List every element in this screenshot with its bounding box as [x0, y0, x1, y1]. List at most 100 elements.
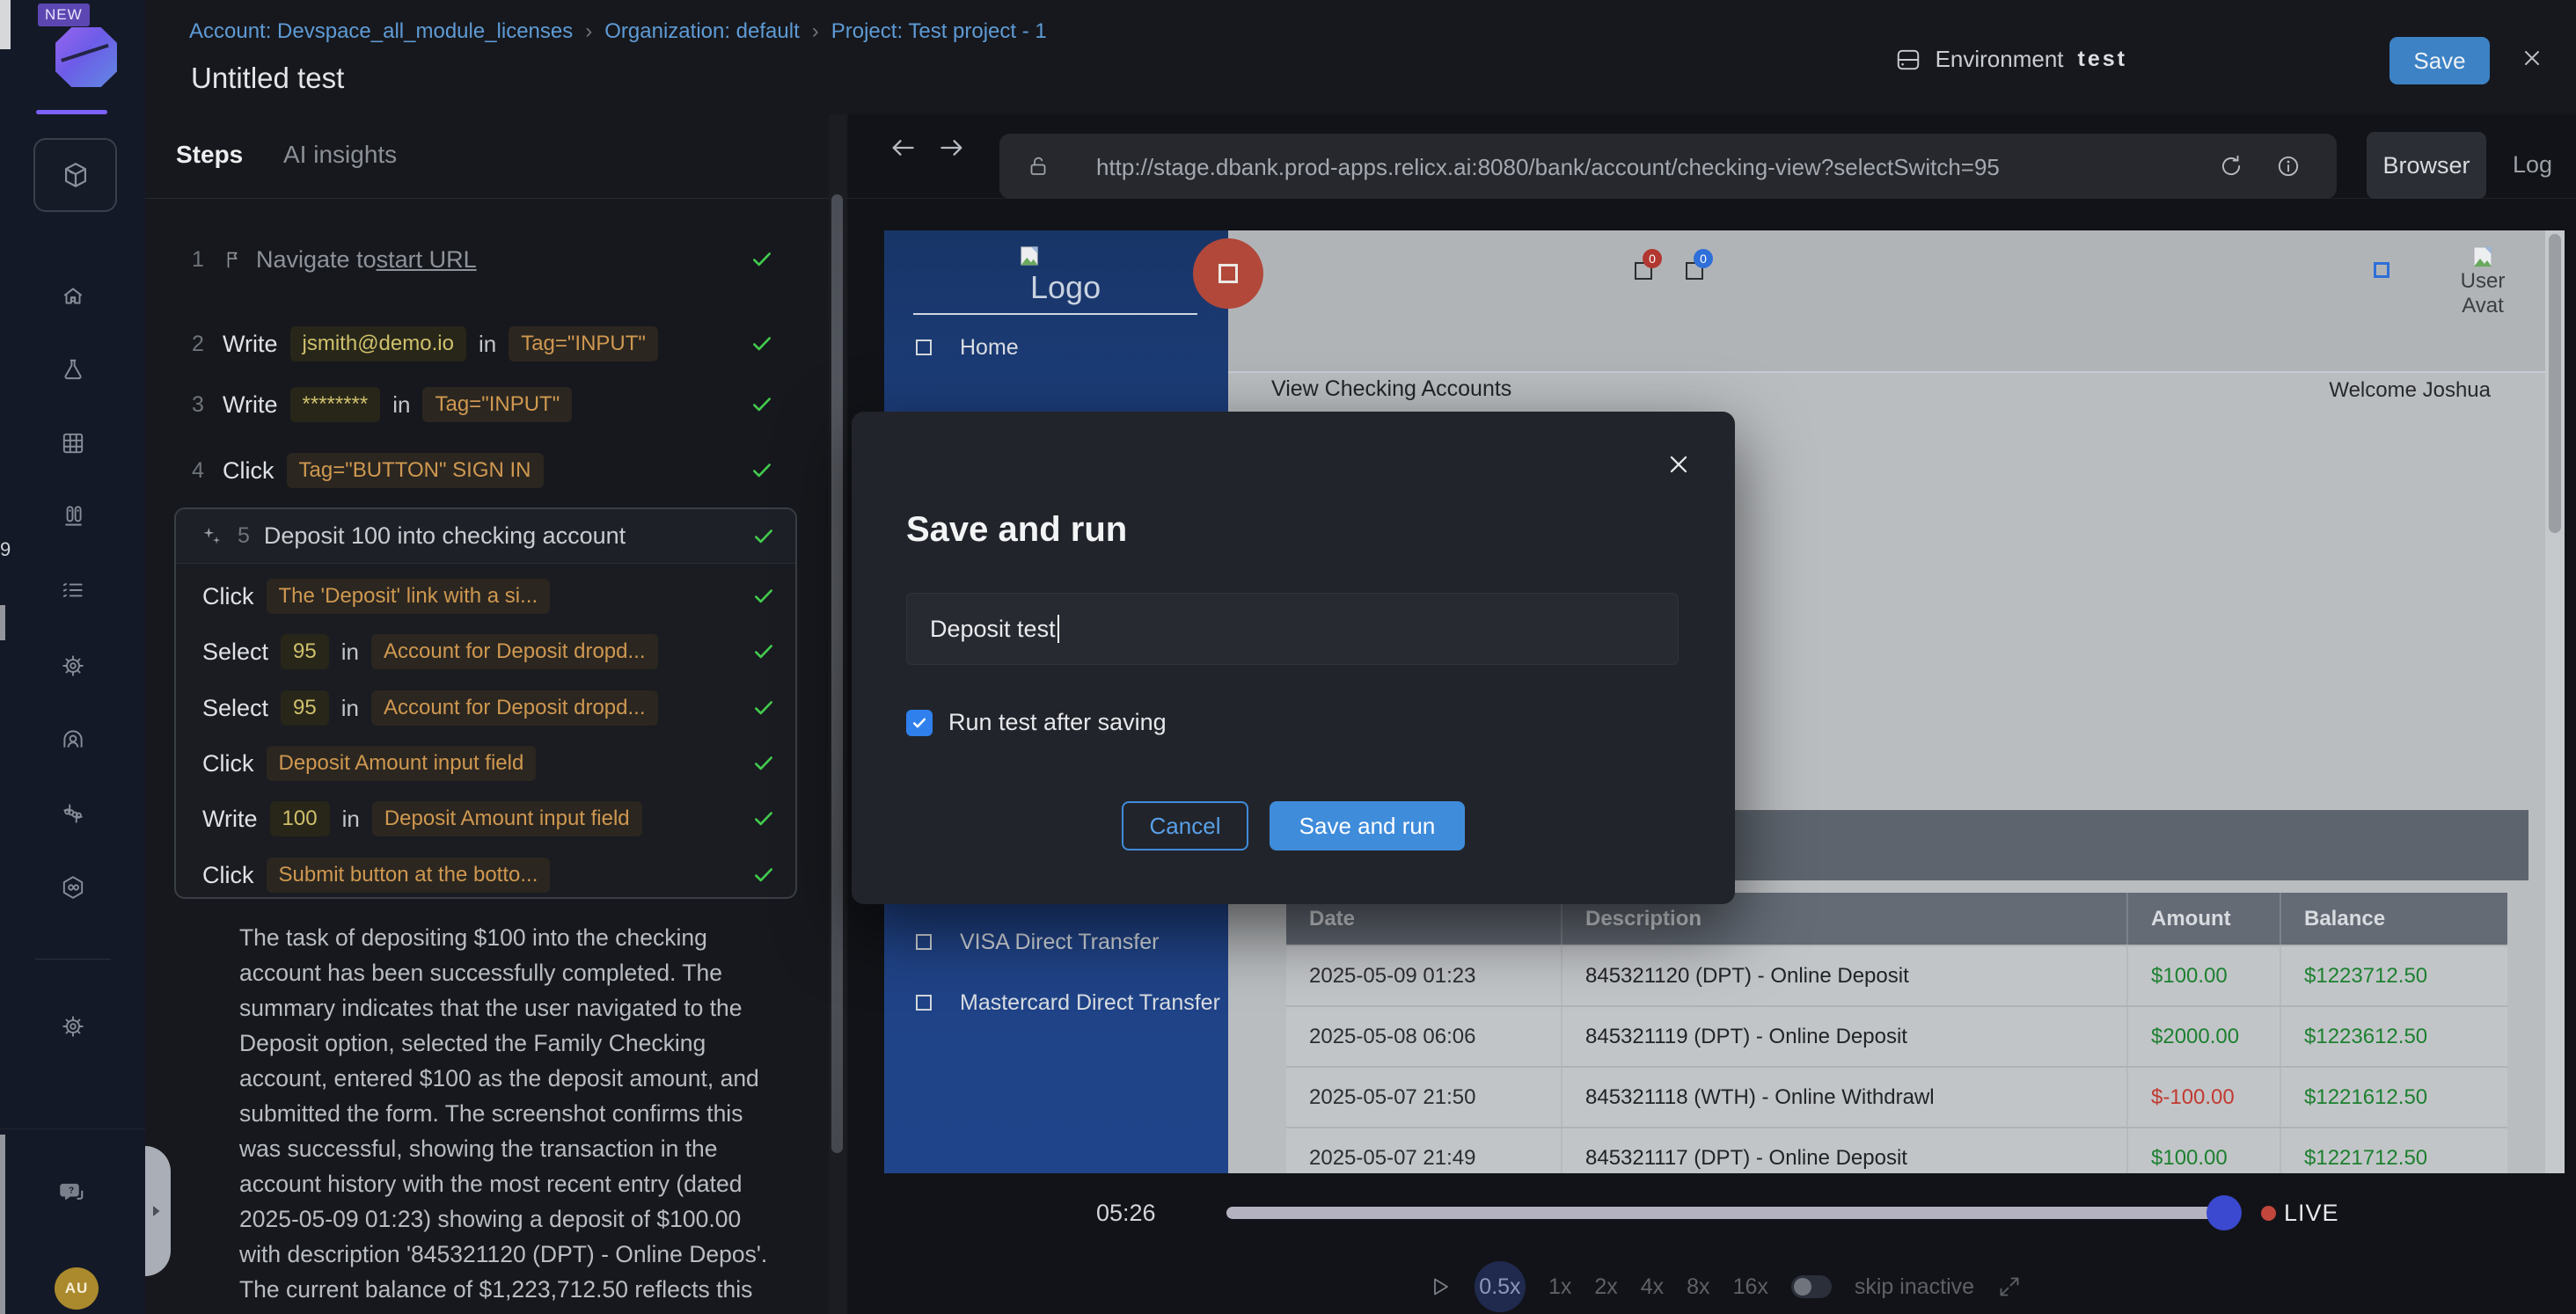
table-row[interactable]: 2025-05-07 21:50845321118 (WTH) - Online…	[1286, 1066, 2507, 1127]
substep-row[interactable]: Select95inAccount for Deposit dropd...	[176, 689, 799, 727]
speed-option-4x[interactable]: 4x	[1641, 1274, 1664, 1300]
bank-nav-home[interactable]: Home	[884, 330, 1228, 365]
table-row[interactable]: 2025-05-09 01:23845321120 (DPT) - Online…	[1286, 945, 2507, 1005]
substep-row[interactable]: Write100inDeposit Amount input field	[176, 799, 799, 838]
sidebar-item-runs[interactable]	[0, 503, 145, 529]
step-segment-value[interactable]: ********	[290, 387, 381, 422]
play-icon[interactable]	[1427, 1274, 1452, 1299]
speed-option-16x[interactable]: 16x	[1733, 1274, 1768, 1300]
sidebar-item-settings-1[interactable]	[0, 653, 145, 679]
scrollbar-thumb[interactable]	[2549, 234, 2561, 533]
header-close-icon[interactable]	[2520, 46, 2544, 70]
breadcrumb-organization[interactable]: Organization: default	[604, 19, 799, 44]
environment-selector[interactable]: Environment test	[1895, 46, 2127, 73]
back-arrow-icon[interactable]	[887, 132, 918, 164]
scrollbar-thumb[interactable]	[831, 194, 843, 1153]
playback-progress-knob[interactable]	[2206, 1195, 2242, 1230]
tab-log[interactable]: Log	[2513, 151, 2552, 179]
speed-option-2x[interactable]: 2x	[1594, 1274, 1617, 1300]
step-row[interactable]: 2Writejsmith@demo.ioinTag="INPUT"	[145, 325, 831, 363]
run-after-saving-row[interactable]: Run test after saving	[906, 709, 1167, 736]
substep-row[interactable]: ClickThe 'Deposit' link with a si...	[176, 577, 799, 616]
refresh-icon[interactable]	[2218, 153, 2244, 179]
playback-progress-track[interactable]	[1226, 1207, 2235, 1219]
step-segment-link[interactable]: start URL	[377, 246, 477, 274]
expand-icon[interactable]	[1997, 1274, 2022, 1299]
step-segment-target[interactable]: Account for Deposit dropd...	[371, 690, 658, 726]
sidebar-item-support[interactable]	[0, 726, 145, 753]
sidebar-item-suites[interactable]	[0, 430, 145, 456]
step-segment-target[interactable]: Tag="INPUT"	[422, 387, 572, 422]
step-segment-value[interactable]: 95	[281, 690, 329, 726]
bank-notification-icon-2[interactable]: 0	[1686, 262, 1703, 280]
bank-page-scrollbar[interactable]	[2545, 230, 2565, 1173]
speed-option-0.5x[interactable]: 0.5x	[1475, 1261, 1526, 1312]
tab-ai-insights[interactable]: AI insights	[283, 141, 397, 169]
save-button[interactable]: Save	[2389, 37, 2490, 84]
sidebar-item-list[interactable]	[0, 577, 145, 603]
step-segment-target[interactable]: Submit button at the botto...	[267, 858, 551, 893]
step-group-header[interactable]: 5 Deposit 100 into checking account	[176, 509, 795, 564]
sidebar-item-integrations[interactable]	[0, 874, 145, 901]
step-segment-value[interactable]: jsmith@demo.io	[290, 326, 466, 361]
bank-user-avatar-broken-image[interactable]: User Avat	[2449, 245, 2516, 318]
sidebar-item-tests-active[interactable]	[33, 138, 117, 212]
sidebar-item-lab[interactable]	[0, 357, 145, 383]
info-icon[interactable]	[2275, 153, 2302, 179]
browser-toolbar: http://stage.dbank.prod-apps.relicx.ai:8…	[848, 114, 2576, 199]
step-segment-target[interactable]: Deposit Amount input field	[267, 746, 537, 781]
steps-scrollbar[interactable]	[829, 114, 846, 1314]
page-title: Untitled test	[191, 62, 344, 95]
substep-row[interactable]: Select95inAccount for Deposit dropd...	[176, 632, 799, 671]
skip-inactive-toggle[interactable]	[1791, 1275, 1832, 1298]
step-row[interactable]: 3Write********inTag="INPUT"	[145, 385, 831, 424]
bank-transactions-table: DateDescriptionAmountBalance 2025-05-09 …	[1286, 893, 2507, 1173]
bank-logo-broken-image[interactable]: Logo	[1018, 245, 1101, 306]
table-row[interactable]: 2025-05-08 06:06845321119 (DPT) - Online…	[1286, 1005, 2507, 1066]
substep-row[interactable]: ClickSubmit button at the botto...	[176, 856, 799, 894]
cube-icon	[61, 160, 91, 190]
bank-nav-mastercard-transfer[interactable]: Mastercard Direct Transfer	[884, 985, 1228, 1020]
url-bar[interactable]: http://stage.dbank.prod-apps.relicx.ai:8…	[999, 134, 2337, 199]
forward-arrow-icon[interactable]	[936, 132, 968, 164]
sidebar-item-settings-2[interactable]	[0, 1013, 145, 1040]
step-segment-target[interactable]: Tag="BUTTON" SIGN IN	[287, 453, 544, 488]
panel-collapse-handle[interactable]	[145, 1146, 171, 1276]
step-row[interactable]: 1Navigate to start URL	[145, 240, 831, 279]
step-segment-target[interactable]: Deposit Amount input field	[372, 801, 642, 836]
user-avatar[interactable]: AU	[55, 1267, 99, 1310]
cancel-button[interactable]: Cancel	[1122, 801, 1248, 850]
bank-notification-icon-1[interactable]: 0	[1635, 262, 1652, 280]
speed-option-1x[interactable]: 1x	[1548, 1274, 1571, 1300]
step-segment-value[interactable]: 100	[270, 801, 330, 836]
run-after-saving-checkbox[interactable]	[906, 710, 933, 736]
speed-option-8x[interactable]: 8x	[1687, 1274, 1709, 1300]
step-segment-target[interactable]: Tag="INPUT"	[509, 326, 658, 361]
bank-menu-button[interactable]	[1193, 238, 1263, 309]
step-segment-target[interactable]: Account for Deposit dropd...	[371, 634, 658, 669]
breadcrumb-account[interactable]: Account: Devspace_all_module_licenses	[189, 19, 573, 44]
modal-close-icon[interactable]	[1665, 450, 1693, 478]
environment-value: test	[2078, 47, 2127, 72]
url-text[interactable]: http://stage.dbank.prod-apps.relicx.ai:8…	[1096, 154, 2178, 181]
save-and-run-button[interactable]: Save and run	[1270, 801, 1465, 850]
rail-divider	[35, 959, 111, 960]
table-row[interactable]: 2025-05-07 21:49845321117 (DPT) - Online…	[1286, 1127, 2507, 1173]
tab-browser[interactable]: Browser	[2367, 132, 2486, 199]
substep-row[interactable]: ClickDeposit Amount input field	[176, 744, 799, 783]
help-chat-button[interactable]: ?	[0, 1179, 145, 1207]
breadcrumb-separator: ›	[585, 19, 592, 44]
bank-nav-visa-transfer[interactable]: VISA Direct Transfer	[884, 924, 1228, 960]
breadcrumb-project[interactable]: Project: Test project - 1	[831, 19, 1047, 44]
step-row[interactable]: 4ClickTag="BUTTON" SIGN IN	[145, 451, 831, 490]
run-after-saving-label: Run test after saving	[948, 709, 1167, 736]
sidebar-item-home[interactable]	[0, 283, 145, 310]
step-group[interactable]: 5 Deposit 100 into checking account Clic…	[174, 507, 797, 899]
tab-steps[interactable]: Steps	[176, 141, 243, 169]
app-logo[interactable]	[53, 25, 120, 90]
sidebar-item-slack[interactable]	[0, 800, 145, 827]
bank-toolbar-broken-image[interactable]	[2374, 262, 2389, 278]
step-segment-target[interactable]: The 'Deposit' link with a si...	[267, 579, 551, 614]
step-segment-value[interactable]: 95	[281, 634, 329, 669]
test-name-input[interactable]: Deposit test	[906, 593, 1679, 665]
